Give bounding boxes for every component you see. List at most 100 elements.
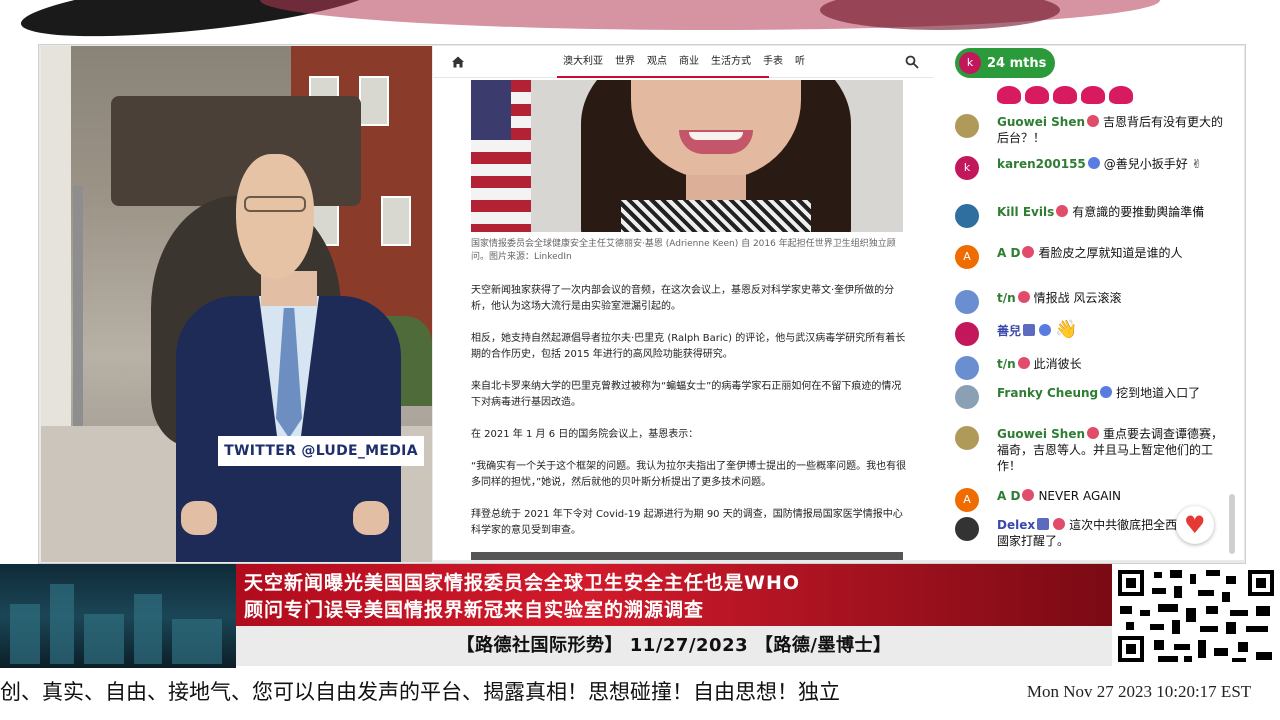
member-badge-icon <box>1017 357 1030 369</box>
chat-text: NEVER AGAIN <box>1038 489 1121 503</box>
chat-author[interactable]: karen200155 <box>997 157 1086 171</box>
article-paragraph: 天空新闻独家获得了一次内部会议的音频，在这次会议上，基恩反对科学家史蒂文·奎伊所… <box>471 285 895 312</box>
chat-message-body: Guowei Shen 吉恩背后有没有更大的后台？！ <box>997 114 1229 146</box>
heart-reaction-button[interactable] <box>1176 506 1214 544</box>
headline-line: 天空新闻曝光美国国家情报委员会全球卫生安全主任也是WHO <box>244 572 801 594</box>
avatar[interactable]: k <box>955 156 979 180</box>
clock-display: Mon Nov 27 2023 10:20:17 EST <box>1026 682 1252 701</box>
avatar[interactable] <box>955 204 979 228</box>
nav-item-australia[interactable]: 澳大利亚 <box>557 46 609 78</box>
chat-scrollbar[interactable] <box>1229 494 1235 554</box>
chat-author[interactable]: Delex <box>997 518 1035 532</box>
nav-item-listen[interactable]: 听 <box>789 46 811 78</box>
city-building <box>50 584 74 664</box>
ticker-text: 创、真实、自由、接地气、您可以自由发声的平台、揭露真相！思想碰撞！自由思想！独立 <box>0 680 840 704</box>
nav-item-watches[interactable]: 手表 <box>757 46 789 78</box>
chat-author[interactable]: t/n <box>997 357 1016 371</box>
nav-item-lifestyle[interactable]: 生活方式 <box>705 46 757 78</box>
top-decorative-banner <box>0 0 1280 44</box>
avatar[interactable] <box>955 385 979 409</box>
chat-message-body: A D 看脸皮之厚就知道是谁的人 <box>997 245 1229 261</box>
presenter-hand <box>181 501 217 535</box>
city-building <box>172 619 222 664</box>
scrolling-ticker: 创、真实、自由、接地气、您可以自由发声的平台、揭露真相！思想碰撞！自由思想！独立 <box>0 672 1000 712</box>
chat-author[interactable]: A D <box>997 246 1020 260</box>
headline-box: 天空新闻曝光美国国家情报委员会全球卫生安全主任也是WHO 顾问专门误导美国情报界… <box>236 564 1112 626</box>
avatar[interactable]: A <box>955 245 979 269</box>
photo-teeth <box>689 132 743 140</box>
chat-author[interactable]: Guowei Shen <box>997 115 1085 129</box>
live-chat-panel: k 24 mths Guowei Shen 吉恩背后有没有更大的后台？！ k ka… <box>933 46 1244 560</box>
nav-item-business[interactable]: 商业 <box>673 46 705 78</box>
avatar[interactable] <box>955 290 979 314</box>
article-photo <box>471 80 903 232</box>
city-building <box>134 594 162 664</box>
member-badge-icon <box>1087 115 1100 127</box>
heart-emoji-icon <box>997 86 1021 104</box>
nav-item-opinion[interactable]: 观点 <box>641 46 673 78</box>
member-badge-icon <box>1087 427 1100 439</box>
nav-menu: 澳大利亚 世界 观点 商业 生活方式 手表 听 <box>557 46 811 78</box>
heart-emoji-icon <box>1109 86 1133 104</box>
article-paragraph: 在 2021 年 1 月 6 日的国务院会议上，基恩表示： <box>471 429 699 440</box>
city-building <box>10 604 40 664</box>
us-flag-canton <box>471 80 511 140</box>
article-paragraph: 相反，她支持自然起源倡导者拉尔夫·巴里克 (Ralph Baric) 的评论，他… <box>471 333 906 360</box>
member-badge-icon <box>1087 157 1100 169</box>
search-icon[interactable] <box>905 55 919 69</box>
presenter-head <box>236 154 314 279</box>
chat-author[interactable]: 善兒 <box>997 324 1021 338</box>
program-subtitle: 【路德社国际形势】 11/27/2023 【路德/墨博士】 <box>456 635 892 656</box>
wrench-icon <box>1023 324 1036 336</box>
chat-message-body: Delex 這次中共徹底把全西方國家打醒了。 <box>997 517 1197 549</box>
presenter-glasses <box>244 196 306 212</box>
member-badge-icon <box>1022 246 1035 258</box>
chat-text: @善兒小扳手好 ✌ <box>1103 157 1202 171</box>
avatar[interactable] <box>955 356 979 380</box>
article-paragraph: 拜登总统于 2021 年下令对 Covid-19 起源进行为期 90 天的调查，… <box>471 509 903 536</box>
member-badge-icon <box>1022 489 1035 501</box>
background-window <box>359 76 389 126</box>
chat-message-body: A D NEVER AGAIN <box>997 488 1229 504</box>
next-image-strip <box>471 552 903 560</box>
background-window <box>381 196 411 246</box>
chat-text: 情报战 风云滚滚 <box>1033 291 1122 305</box>
member-badge-icon <box>1053 518 1066 530</box>
membership-badge: k 24 mths <box>955 48 1055 78</box>
twitter-handle-tag: TWITTER @LUDE_MEDIA <box>218 436 424 466</box>
presenter-hand <box>353 501 389 535</box>
article-nav-bar: 澳大利亚 世界 观点 商业 生活方式 手表 听 <box>433 46 933 78</box>
avatar[interactable] <box>955 322 979 346</box>
wrench-icon <box>1037 518 1050 530</box>
chat-message-body: karen200155 @善兒小扳手好 ✌ <box>997 156 1229 172</box>
avatar[interactable] <box>955 517 979 541</box>
video-feed <box>41 46 432 562</box>
avatar[interactable]: A <box>955 488 979 512</box>
photo-blouse <box>621 200 811 232</box>
chat-message-body: 善兒 👋 <box>997 321 1229 339</box>
photo-caption: 国家情报委员会全球健康安全主任艾德丽安·基恩 (Adrienne Keen) 自… <box>471 239 896 262</box>
nav-item-world[interactable]: 世界 <box>609 46 641 78</box>
article-paragraph: “我确实有一个关于这个框架的问题。我认为拉尔夫指出了奎伊博士提出的一些概率问题。… <box>471 461 907 488</box>
subtitle-box: 【路德社国际形势】 11/27/2023 【路德/墨博士】 <box>236 626 1112 666</box>
chat-message-body: Franky Cheung 挖到地道入口了 <box>997 385 1229 401</box>
chat-author[interactable]: t/n <box>997 291 1016 305</box>
city-graphic <box>0 564 236 668</box>
avatar[interactable] <box>955 426 979 450</box>
chat-message-body: Guowei Shen 重点要去调查谭德赛，福奇，吉恩等人。并且马上暂定他们的工作… <box>997 426 1229 474</box>
article-paragraph: 来自北卡罗来纳大学的巴里克曾教过被称为“蝙蝠女士”的病毒学家石正丽如何在不留下痕… <box>471 381 902 408</box>
chat-text: 有意識的要推動輿論準備 <box>1072 205 1205 219</box>
headline-line: 顾问专门误导美国情报界新冠来自实验室的溯源调查 <box>244 599 705 621</box>
chat-text: 挖到地道入口了 <box>1116 386 1201 400</box>
member-badge-icon <box>1039 324 1052 336</box>
membership-duration: 24 mths <box>987 55 1047 71</box>
emoji-row <box>997 86 1133 104</box>
chat-author[interactable]: Franky Cheung <box>997 386 1098 400</box>
avatar[interactable] <box>955 114 979 138</box>
chat-author[interactable]: Kill Evils <box>997 205 1054 219</box>
chat-author[interactable]: Guowei Shen <box>997 427 1085 441</box>
chat-author[interactable]: A D <box>997 489 1020 503</box>
home-icon[interactable] <box>451 55 465 69</box>
chat-message-body: t/n 情报战 风云滚滚 <box>997 290 1229 306</box>
heart-emoji-icon <box>1025 86 1049 104</box>
